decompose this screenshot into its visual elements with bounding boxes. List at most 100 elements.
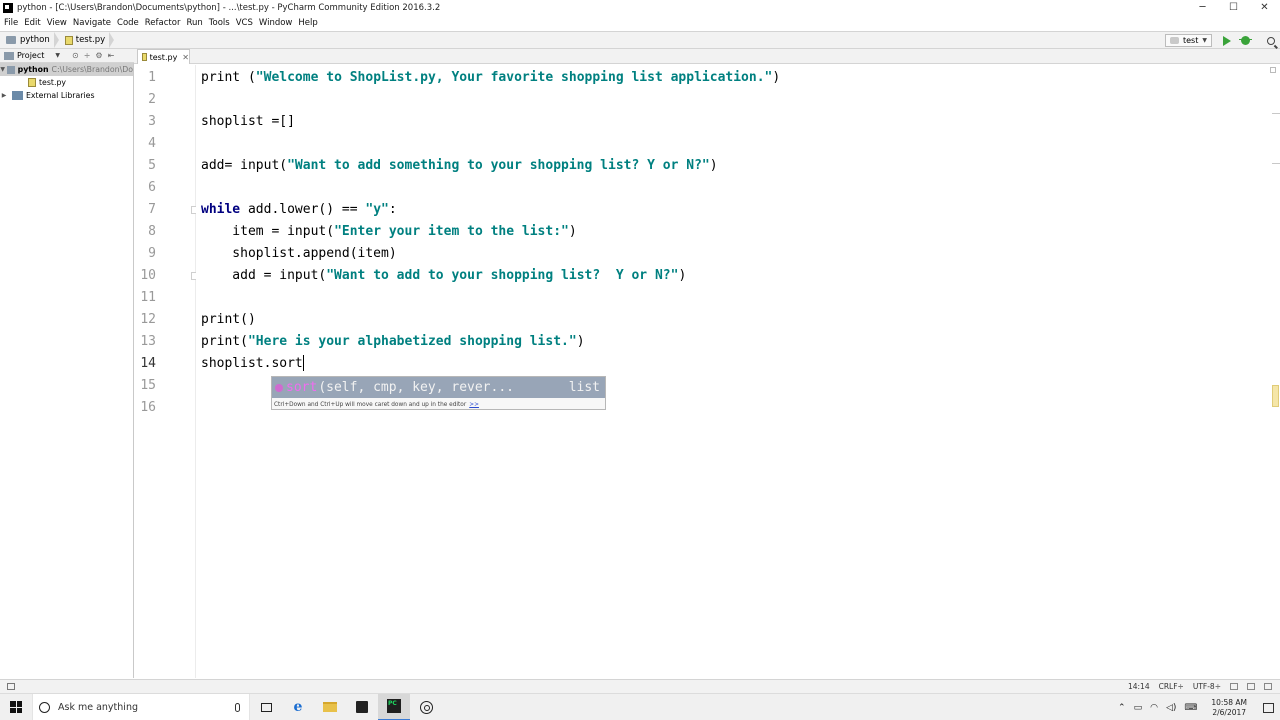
breadcrumb-file[interactable]: test.py [59, 32, 109, 48]
menu-navigate[interactable]: Navigate [71, 18, 115, 28]
event-log-icon[interactable] [1264, 683, 1272, 690]
line-number: 3 [148, 114, 156, 129]
cortana-search-box[interactable]: Ask me anything [32, 693, 250, 720]
python-file-icon [64, 35, 73, 45]
file-encoding[interactable]: UTF-8÷ [1193, 682, 1221, 691]
show-hidden-icons-icon[interactable]: ⌃ [1118, 703, 1126, 713]
microphone-icon[interactable] [235, 702, 240, 712]
error-stripe[interactable] [1268, 65, 1280, 678]
search-icon [1267, 36, 1275, 45]
code-line[interactable]: print("Here is your alphabetized shoppin… [201, 331, 585, 353]
play-icon [1223, 35, 1231, 46]
string-token: "Want to add to your shopping list? Y or… [326, 268, 679, 283]
string-token: "y" [365, 202, 389, 217]
chrome-button[interactable] [410, 694, 442, 720]
code-line[interactable]: shoplist.sort [201, 353, 304, 375]
system-tray: ⌃ ▭ ◠ ◁) ⌨ 10:58 AM 2/6/2017 [1118, 694, 1280, 720]
line-number: 15 [140, 378, 156, 393]
volume-icon[interactable]: ◁) [1166, 703, 1176, 713]
code-editor[interactable]: print ("Welcome to ShopList.py, Your fav… [196, 65, 1268, 678]
project-panel-title[interactable]: Project [17, 51, 44, 60]
code-token: shoplist.append(item) [201, 246, 397, 261]
tree-item-python[interactable]: ▼ python C:\Users\Brandon\Do [0, 63, 133, 76]
menu-file[interactable]: File [2, 18, 22, 28]
code-line[interactable]: add= input("Want to add something to you… [201, 155, 718, 177]
menu-vcs[interactable]: VCS [234, 18, 257, 28]
caret-position[interactable]: 14:14 [1128, 682, 1150, 691]
collapse-all-icon[interactable]: ÷ [84, 51, 91, 60]
line-number-gutter[interactable]: 1 2 3 4 5 6 7 8 9 10 11 12 13 14 15 16 [134, 65, 199, 678]
menu-tools[interactable]: Tools [207, 18, 234, 28]
run-config-select[interactable]: test ▼ [1165, 34, 1212, 47]
task-view-button[interactable] [250, 694, 282, 720]
caret-position-mark[interactable] [1272, 385, 1279, 407]
tool-windows-icon[interactable] [7, 683, 15, 690]
tree-item-label: External Libraries [26, 91, 95, 100]
close-button[interactable]: ✕ [1249, 0, 1280, 15]
file-explorer-button[interactable] [314, 694, 346, 720]
menu-help[interactable]: Help [296, 18, 321, 28]
library-icon [12, 91, 23, 100]
code-token: add= input( [201, 158, 288, 173]
menu-run[interactable]: Run [184, 18, 206, 28]
code-line[interactable]: print() [201, 309, 256, 331]
code-line[interactable]: shoplist.append(item) [201, 243, 397, 265]
edge-button[interactable]: e [282, 694, 314, 720]
tab-label: test.py [149, 52, 178, 62]
lock-icon[interactable] [1230, 683, 1238, 690]
breadcrumb-project[interactable]: python [0, 32, 54, 48]
collapsed-arrow-icon[interactable]: ▶ [0, 92, 8, 99]
tab-test-py[interactable]: test.py ✕ [137, 49, 190, 64]
completion-type: list [568, 380, 600, 395]
keyboard-icon[interactable]: ⌨ [1184, 703, 1197, 713]
menu-edit[interactable]: Edit [22, 18, 44, 28]
stripe-mark[interactable] [1272, 113, 1280, 114]
menu-view[interactable]: View [45, 18, 71, 28]
code-token: shoplist.sort [201, 356, 303, 371]
inspection-status-icon[interactable] [1270, 67, 1276, 73]
wifi-icon[interactable]: ◠ [1150, 703, 1158, 713]
code-line[interactable]: print ("Welcome to ShopList.py, Your fav… [201, 67, 780, 89]
start-button[interactable] [0, 694, 32, 720]
minimize-button[interactable]: ─ [1187, 0, 1218, 15]
scroll-from-source-icon[interactable]: ⊙ [72, 51, 79, 60]
line-number: 16 [140, 400, 156, 415]
tree-item-test-py[interactable]: test.py [0, 76, 133, 89]
tree-item-external-libraries[interactable]: ▶ External Libraries [0, 89, 133, 102]
line-number: 4 [148, 136, 156, 151]
notifications-icon[interactable] [1263, 702, 1274, 713]
code-line[interactable]: while add.lower() == "y": [201, 199, 397, 221]
maximize-button[interactable]: ☐ [1218, 0, 1249, 15]
completion-item[interactable]: sort (self, cmp, key, rever... list [272, 377, 605, 398]
expanded-arrow-icon[interactable]: ▼ [0, 66, 5, 73]
hide-panel-icon[interactable]: ⇤ [108, 51, 115, 60]
completion-more-link[interactable]: >> [469, 402, 479, 408]
code-line[interactable]: add = input("Want to add to your shoppin… [201, 265, 686, 287]
pycharm-taskbar-button[interactable] [378, 693, 410, 720]
hector-icon[interactable] [1247, 683, 1255, 690]
clock-date: 2/6/2017 [1212, 707, 1247, 717]
project-icon [4, 51, 14, 60]
line-number: 1 [148, 70, 156, 85]
line-separator[interactable]: CRLF÷ [1159, 682, 1184, 691]
stripe-mark[interactable] [1272, 163, 1280, 164]
chevron-down-icon[interactable]: ▼ [55, 52, 60, 59]
network-icon[interactable]: ▭ [1134, 703, 1143, 713]
clock[interactable]: 10:58 AM 2/6/2017 [1211, 698, 1247, 718]
menu-window[interactable]: Window [257, 18, 297, 28]
store-button[interactable] [346, 694, 378, 720]
completion-popup: sort (self, cmp, key, rever... list Ctrl… [271, 376, 606, 410]
tree-item-label: python [17, 65, 49, 74]
title-bar: python - [C:\Users\Brandon\Documents\pyt… [0, 0, 1280, 15]
search-everywhere-button[interactable] [1262, 32, 1280, 49]
debug-button[interactable] [1236, 32, 1254, 49]
menu-refactor[interactable]: Refactor [143, 18, 185, 28]
tree-item-label: test.py [39, 78, 67, 87]
folder-icon [6, 36, 16, 44]
run-button[interactable] [1218, 32, 1236, 49]
code-line[interactable]: shoplist =[] [201, 111, 295, 133]
gear-icon[interactable]: ⚙ [95, 51, 102, 60]
menu-code[interactable]: Code [115, 18, 143, 28]
code-line[interactable]: item = input("Enter your item to the lis… [201, 221, 576, 243]
close-icon[interactable]: ✕ [182, 53, 189, 62]
